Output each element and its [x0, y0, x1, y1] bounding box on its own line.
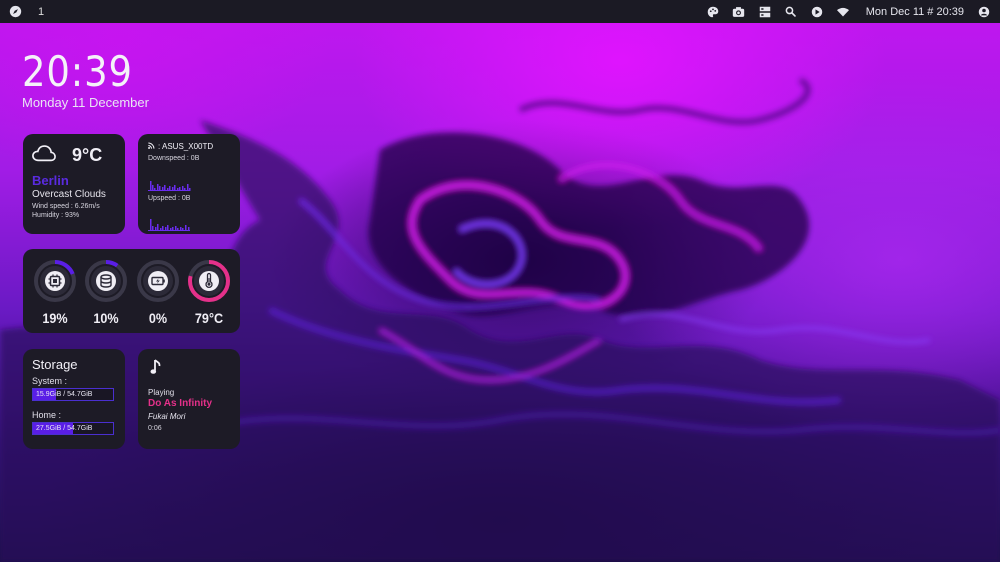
database-icon: [95, 270, 117, 292]
memory-gauge: [84, 259, 128, 303]
weather-wind: Wind speed : 6.26m/s: [32, 203, 100, 210]
upspeed-graph: [148, 205, 230, 231]
memory-value: 10%: [93, 310, 119, 326]
home-storage-value: 27.5GiB / 54.7GiB: [36, 425, 93, 432]
system-storage-bar: 15.9GiB / 54.7GiB: [32, 388, 114, 401]
system-storage-value: 15.9GiB / 54.7GiB: [36, 391, 93, 398]
music-elapsed-time: 0:06: [148, 425, 162, 432]
user-icon[interactable]: [974, 0, 994, 23]
network-widget: : ASUS_X00TD Downspeed : 0B Upspeed : 0B: [138, 134, 240, 234]
network-ssid: : ASUS_X00TD: [158, 142, 214, 151]
battery-value: 0%: [148, 310, 168, 326]
weather-humidity: Humidity : 93%: [32, 212, 80, 219]
weather-city: Berlin: [32, 173, 69, 188]
music-note-icon[interactable]: [150, 359, 230, 380]
palette-icon[interactable]: [700, 0, 726, 23]
weather-widget: 9°C Berlin Overcast Clouds Wind speed : …: [23, 134, 125, 234]
desktop-clock-time: 20:39: [22, 47, 133, 96]
desktop-clock-date: Monday 11 December: [22, 95, 149, 110]
rss-icon: [148, 142, 155, 151]
top-bar: 1 Mon Dec 11 # 20:39: [0, 0, 1000, 23]
storage-widget: Storage System : 15.9GiB / 54.7GiB Home …: [23, 349, 125, 449]
music-title: Do As Infinity: [148, 398, 213, 409]
workspace-indicator[interactable]: 1: [32, 6, 44, 18]
battery-gauge: [136, 259, 180, 303]
music-artist: Fukai Mori: [148, 412, 186, 421]
system-storage-label: System :: [32, 376, 68, 386]
topbar-clock[interactable]: Mon Dec 11 # 20:39: [856, 6, 974, 18]
panel-icon[interactable]: [752, 0, 778, 23]
temperature-value: 79°C: [194, 310, 224, 326]
network-downspeed: Downspeed : 0B: [148, 155, 200, 162]
home-storage-label: Home :: [32, 410, 62, 420]
weather-temperature: 9°C: [72, 145, 103, 165]
cloud-icon: [32, 144, 56, 167]
search-icon[interactable]: [778, 0, 804, 23]
music-player-widget: Playing Do As Infinity Fukai Mori 0:06: [138, 349, 240, 449]
cpu-gauge: [33, 259, 77, 303]
play-icon[interactable]: [804, 0, 830, 23]
thermometer-icon: [198, 270, 220, 292]
network-upspeed: Upspeed : 0B: [148, 195, 191, 202]
wifi-icon[interactable]: [830, 0, 856, 23]
battery-icon: [147, 270, 169, 292]
storage-title: Storage: [32, 357, 78, 372]
cpu-value: 19%: [42, 310, 68, 326]
compass-icon[interactable]: [8, 0, 22, 23]
camera-icon[interactable]: [726, 0, 752, 23]
system-gauges-widget: 19% 10% 0% 79°C: [23, 249, 240, 333]
music-status: Playing: [148, 388, 175, 397]
weather-condition: Overcast Clouds: [32, 189, 106, 200]
temperature-gauge: [187, 259, 231, 303]
home-storage-bar: 27.5GiB / 54.7GiB: [32, 422, 114, 435]
downspeed-graph: [148, 165, 230, 191]
desktop-clock-widget: 20:39 Monday 11 December: [22, 47, 149, 111]
cpu-icon: [44, 270, 66, 292]
